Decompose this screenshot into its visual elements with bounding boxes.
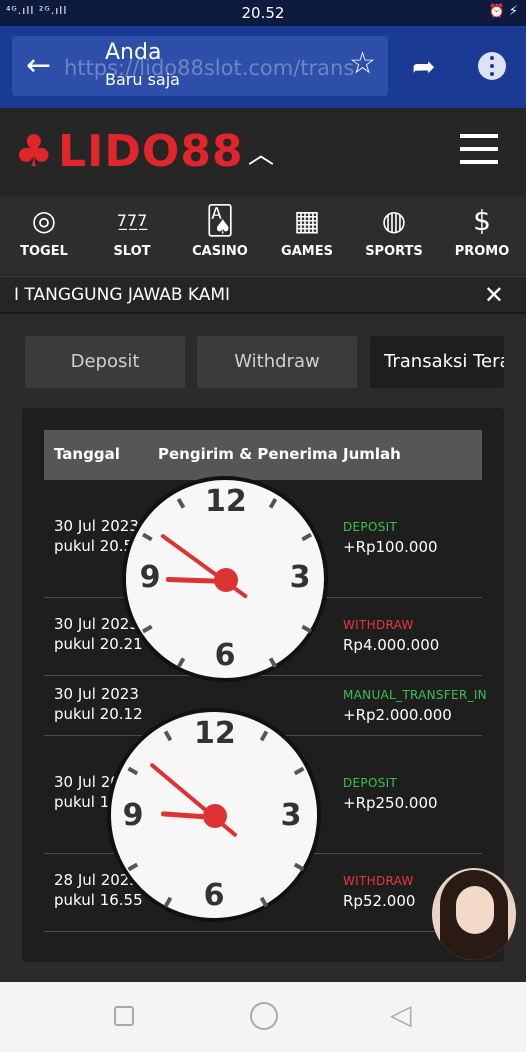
tab-withdraw[interactable]: Withdraw [197, 336, 357, 388]
money-bag-icon: $ [473, 204, 491, 237]
clock-number-6: 6 [203, 878, 225, 913]
clock-tick [163, 730, 173, 742]
row-date: 30 Jul 2023 [54, 517, 139, 535]
clock-tick [259, 896, 269, 908]
clock-overlay: 12 3 6 9 [122, 476, 328, 682]
row-type: DEPOSIT [343, 776, 398, 790]
row-time: pukul 16.55 [54, 891, 143, 909]
clock-tick [163, 896, 173, 908]
row-amount: Rp4.000.000 [343, 636, 440, 654]
clock-number-6: 6 [214, 638, 236, 673]
back-triangle-icon[interactable]: ◁ [390, 998, 412, 1031]
category-label: CASINO [192, 244, 248, 259]
site-header: ♣LIDO88 ︿ [0, 108, 526, 196]
clock-tick [268, 497, 278, 509]
category-label: SPORTS [365, 244, 423, 259]
category-casino[interactable]: 🂡 CASINO [176, 196, 264, 272]
row-type: MANUAL_TRANSFER_IN [343, 688, 487, 702]
row-amount: +Rp100.000 [343, 538, 438, 556]
star-icon[interactable]: ☆ [349, 46, 376, 81]
logo-text: LIDO88 [58, 126, 244, 177]
lido88-logo[interactable]: ♣LIDO88 [14, 126, 244, 177]
arcade-icon: ▦ [293, 204, 321, 237]
live-chat-avatar[interactable] [432, 868, 516, 960]
sports-ball-icon: ◍ [381, 204, 407, 237]
announcement-marquee: I TANGGUNG JAWAB KAMI ✕ [0, 276, 526, 314]
chevron-up-icon[interactable]: ︿ [248, 134, 274, 171]
clock-tick [127, 766, 139, 776]
row-type: WITHDRAW [343, 874, 414, 888]
clock-center-pin [214, 568, 238, 592]
row-amount: +Rp2.000.000 [343, 706, 452, 724]
marquee-text: I TANGGUNG JAWAB KAMI [14, 285, 231, 305]
alarm-battery-icon: ⏰ ⚡ [488, 4, 518, 19]
android-nav-bar: ◁ [0, 982, 526, 1052]
address-bar[interactable]: ← https://lido88slot.com/trans Anda Baru… [12, 36, 388, 96]
table-header: Tanggal Pengirim & Penerima Jumlah [44, 430, 482, 480]
row-time: pukul 20.21 [54, 635, 143, 653]
clock-number-3: 3 [289, 560, 311, 595]
clock-number-9: 9 [139, 560, 161, 595]
clock-tick [176, 497, 186, 509]
share-icon[interactable]: ➦ [412, 50, 448, 83]
tab-last-transactions[interactable]: Transaksi Terakhir [370, 336, 504, 388]
status-time: 20.52 [241, 4, 285, 22]
row-type: DEPOSIT [343, 520, 398, 534]
notification-subtitle: Baru saja [105, 70, 180, 89]
column-amount: Jumlah [343, 445, 401, 463]
close-icon[interactable]: ✕ [484, 281, 504, 309]
clock-tick [301, 532, 313, 542]
row-date: 30 Jul 2023 [54, 615, 139, 633]
clock-number-9: 9 [122, 798, 144, 833]
tab-deposit[interactable]: Deposit [25, 336, 185, 388]
category-label: SLOT [113, 244, 151, 259]
clock-number-12: 12 [205, 484, 247, 519]
clock-tick [301, 624, 313, 634]
clover-logo-icon: ♣ [14, 126, 55, 177]
row-time: pukul 20.12 [54, 705, 143, 723]
category-games[interactable]: ▦ GAMES [263, 196, 351, 272]
home-icon[interactable] [250, 1002, 278, 1030]
clock-tick [127, 862, 139, 872]
clock-number-3: 3 [280, 798, 302, 833]
category-sports[interactable]: ◍ SPORTS [350, 196, 438, 272]
avatar-face [456, 886, 494, 934]
hamburger-menu-icon[interactable] [460, 134, 498, 166]
clock-tick [141, 532, 153, 542]
lottery-ball-icon: ◎ [31, 204, 57, 237]
status-bar: ⁴ᴳ.ıll ²ᴳ.ıll 20.52 ⏰ ⚡ [0, 0, 526, 26]
clock-number-12: 12 [194, 716, 236, 751]
row-date: 30 Jul 2023 [54, 685, 139, 703]
more-menu-icon[interactable] [478, 52, 506, 80]
back-arrow-icon[interactable]: ← [26, 48, 51, 83]
category-label: TOGEL [20, 244, 68, 259]
clock-tick [259, 730, 269, 742]
category-label: GAMES [281, 244, 333, 259]
category-label: PROMO [454, 244, 510, 259]
transaction-tabs: Deposit Withdraw Transaksi Terakhir [0, 336, 526, 390]
clock-center-pin [203, 804, 227, 828]
clock-overlay: 12 3 6 9 [107, 708, 321, 922]
cards-dice-icon: 🂡 [205, 204, 235, 237]
clock-tick [268, 657, 278, 669]
category-togel[interactable]: ◎ TOGEL [0, 196, 88, 272]
category-promo[interactable]: $ PROMO [438, 196, 526, 272]
column-sender-receiver: Pengirim & Penerima [158, 445, 338, 463]
row-type: WITHDRAW [343, 618, 414, 632]
clock-tick [141, 624, 153, 634]
row-amount: +Rp250.000 [343, 794, 438, 812]
clock-tick [293, 766, 305, 776]
column-date: Tanggal [54, 445, 120, 463]
recent-apps-icon[interactable] [114, 1006, 134, 1026]
browser-toolbar: ← https://lido88slot.com/trans Anda Baru… [0, 26, 526, 108]
clock-tick [176, 657, 186, 669]
category-slot[interactable]: 7̲7̲7̲ SLOT [88, 196, 176, 272]
category-nav: ◎ TOGEL 7̲7̲7̲ SLOT 🂡 CASINO ▦ GAMES ◍ S… [0, 196, 526, 272]
row-amount: Rp52.000 [343, 892, 416, 910]
slot-machine-icon: 7̲7̲7̲ [116, 211, 148, 230]
notification-title: Anda [105, 40, 162, 65]
clock-tick [293, 862, 305, 872]
